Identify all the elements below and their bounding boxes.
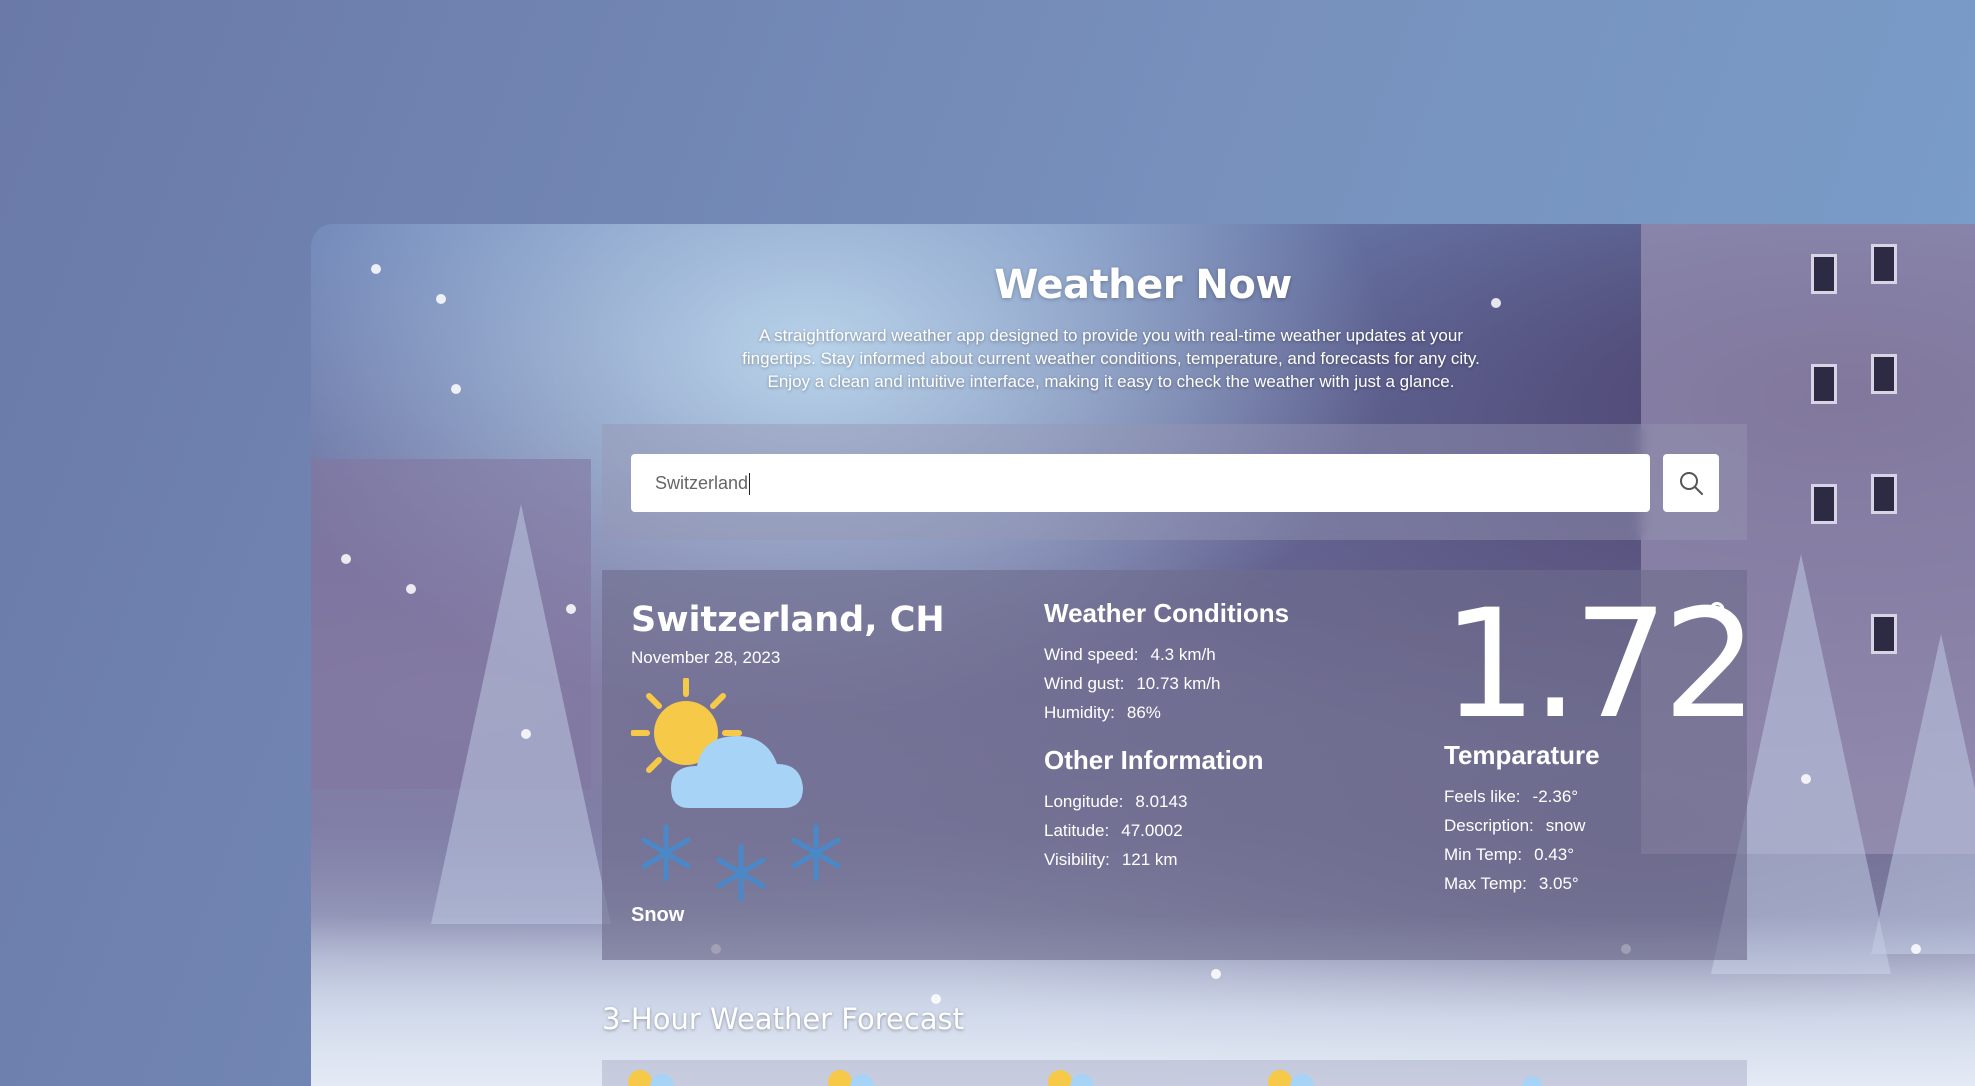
forecast-title: 3-Hour Weather Forecast bbox=[602, 1002, 965, 1036]
other-information-title: Other Information bbox=[1044, 745, 1264, 775]
snowflake-dot bbox=[521, 729, 531, 739]
humidity-value: 86% bbox=[1126, 703, 1161, 722]
sun-cloud-icon bbox=[1048, 1070, 1094, 1086]
snowy-tree bbox=[431, 504, 611, 924]
longitude-row: Longitude: 8.0143 bbox=[1044, 787, 1187, 816]
humidity-label: Humidity: bbox=[1044, 703, 1115, 722]
weather-condition: Snow bbox=[631, 904, 685, 926]
search-button[interactable] bbox=[1663, 454, 1719, 512]
description-label: Description: bbox=[1444, 816, 1534, 835]
wind-speed-label: Wind speed: bbox=[1044, 645, 1139, 664]
search-input[interactable]: Switzerland bbox=[631, 454, 1650, 512]
snowy-tree bbox=[1871, 634, 1975, 954]
temperature-details-list: Feels like: -2.36° Description: snow Min T… bbox=[1444, 782, 1585, 898]
search-panel: Switzerland bbox=[602, 424, 1747, 540]
max-temp-value: 3.05° bbox=[1538, 874, 1579, 893]
wind-gust-row: Wind gust: 10.73 km/h bbox=[1044, 669, 1220, 698]
min-temp-row: Min Temp: 0.43° bbox=[1444, 840, 1585, 869]
current-weather-panel: Switzerland, CH November 28, 2023 Snow W… bbox=[602, 570, 1758, 960]
visibility-value: 121 km bbox=[1121, 850, 1178, 869]
sun-cloud-icon bbox=[828, 1070, 874, 1086]
visibility-row: Visibility: 121 km bbox=[1044, 845, 1187, 874]
sun-cloud-snow-icon bbox=[631, 678, 841, 902]
description-value: snow bbox=[1545, 816, 1586, 835]
forecast-card bbox=[602, 1060, 822, 1086]
feels-like-label: Feels like: bbox=[1444, 787, 1521, 806]
latitude-row: Latitude: 47.0002 bbox=[1044, 816, 1187, 845]
building-window bbox=[1811, 484, 1837, 524]
app-description: A straightforward weather app designed t… bbox=[742, 326, 1480, 391]
min-temp-value: 0.43° bbox=[1534, 845, 1574, 864]
humidity-row: Humidity: 86% bbox=[1044, 698, 1220, 727]
degree-symbol: ° bbox=[1705, 594, 1729, 650]
snowflake-dot bbox=[451, 384, 461, 394]
building-window bbox=[1871, 354, 1897, 394]
snowflake-dot bbox=[566, 604, 576, 614]
city-name: Switzerland, CH bbox=[631, 600, 945, 640]
min-temp-label: Min Temp: bbox=[1444, 845, 1523, 864]
description-row: Description: snow bbox=[1444, 811, 1585, 840]
current-date: November 28, 2023 bbox=[631, 648, 781, 667]
feels-like-value: -2.36° bbox=[1532, 787, 1579, 806]
max-temp-row: Max Temp: 3.05° bbox=[1444, 869, 1585, 898]
cloud-icon bbox=[1522, 1076, 1542, 1086]
snowflake-dot bbox=[406, 584, 416, 594]
forecast-strip bbox=[602, 1060, 1747, 1086]
visibility-label: Visibility: bbox=[1044, 850, 1110, 869]
forecast-card bbox=[1482, 1060, 1747, 1086]
wind-speed-row: Wind speed: 4.3 km/h bbox=[1044, 640, 1220, 669]
longitude-label: Longitude: bbox=[1044, 792, 1124, 811]
snowflake-dot bbox=[1911, 944, 1921, 954]
weather-conditions-title: Weather Conditions bbox=[1044, 598, 1290, 628]
building-window bbox=[1871, 474, 1897, 514]
wind-gust-value: 10.73 km/h bbox=[1136, 674, 1221, 693]
snowflake-dot bbox=[341, 554, 351, 564]
max-temp-label: Max Temp: bbox=[1444, 874, 1527, 893]
snowflake-dot bbox=[1801, 774, 1811, 784]
building-window bbox=[1811, 364, 1837, 404]
text-caret bbox=[749, 473, 751, 496]
app-window: Weather Now A straightforward weather ap… bbox=[311, 224, 1975, 1086]
feels-like-row: Feels like: -2.36° bbox=[1444, 782, 1585, 811]
forecast-card bbox=[1262, 1060, 1482, 1086]
wind-gust-label: Wind gust: bbox=[1044, 674, 1125, 693]
wind-speed-value: 4.3 km/h bbox=[1150, 645, 1216, 664]
snowflake-dot bbox=[1211, 969, 1221, 979]
latitude-label: Latitude: bbox=[1044, 821, 1110, 840]
weather-conditions-list: Wind speed: 4.3 km/h Wind gust: 10.73 km/h… bbox=[1044, 640, 1220, 727]
search-icon bbox=[1680, 472, 1703, 495]
latitude-value: 47.0002 bbox=[1121, 821, 1183, 840]
sun-cloud-icon bbox=[1268, 1070, 1314, 1086]
forecast-card bbox=[822, 1060, 1042, 1086]
longitude-value: 8.0143 bbox=[1135, 792, 1188, 811]
forecast-card bbox=[1042, 1060, 1262, 1086]
search-input-value: Switzerland bbox=[655, 473, 749, 493]
app-title: Weather Now bbox=[994, 262, 1292, 308]
sun-cloud-icon bbox=[628, 1070, 674, 1086]
other-information-list: Longitude: 8.0143 Latitude: 47.0002 Visibi… bbox=[1044, 787, 1187, 874]
temperature-title: Temparature bbox=[1444, 740, 1600, 770]
